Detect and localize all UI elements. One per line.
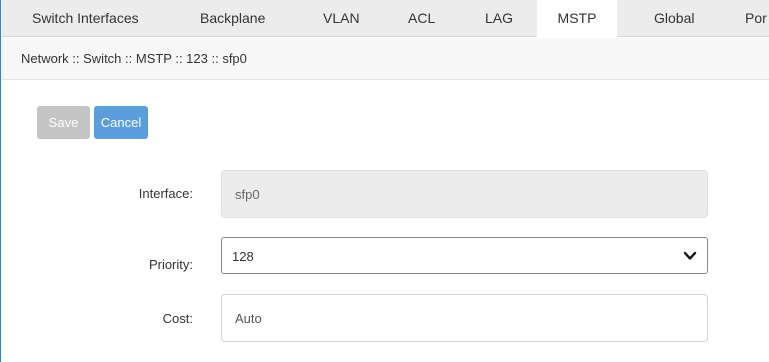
app-frame: Switch Interfaces Backplane VLAN ACL LAG… <box>0 0 769 362</box>
tab-vlan[interactable]: VLAN <box>323 0 360 37</box>
tab-ports[interactable]: Por <box>745 0 767 37</box>
save-button[interactable]: Save <box>37 106 90 139</box>
interface-label: Interface: <box>138 186 193 201</box>
breadcrumb: Network :: Switch :: MSTP :: 123 :: sfp0 <box>21 51 247 66</box>
chevron-down-icon <box>683 251 697 260</box>
tab-switch-interfaces[interactable]: Switch Interfaces <box>32 0 139 37</box>
tab-bar: Switch Interfaces Backplane VLAN ACL LAG… <box>2 0 769 38</box>
cost-placeholder: Auto <box>235 311 262 326</box>
tab-lag[interactable]: LAG <box>485 0 513 37</box>
cancel-button[interactable]: Cancel <box>94 106 148 139</box>
priority-value: 128 <box>232 249 254 264</box>
priority-label: Priority: <box>148 257 193 272</box>
tab-backplane[interactable]: Backplane <box>200 0 265 37</box>
interface-value: sfp0 <box>235 187 260 202</box>
cost-input[interactable]: Auto <box>221 294 708 342</box>
tab-mstp[interactable]: MSTP <box>537 0 617 38</box>
tab-acl[interactable]: ACL <box>408 0 435 37</box>
cost-label: Cost: <box>162 311 193 326</box>
interface-field: sfp0 <box>221 170 708 218</box>
tab-global[interactable]: Global <box>654 0 694 37</box>
breadcrumb-bar: Network :: Switch :: MSTP :: 123 :: sfp0 <box>2 38 769 80</box>
priority-select[interactable]: 128 <box>221 237 708 274</box>
